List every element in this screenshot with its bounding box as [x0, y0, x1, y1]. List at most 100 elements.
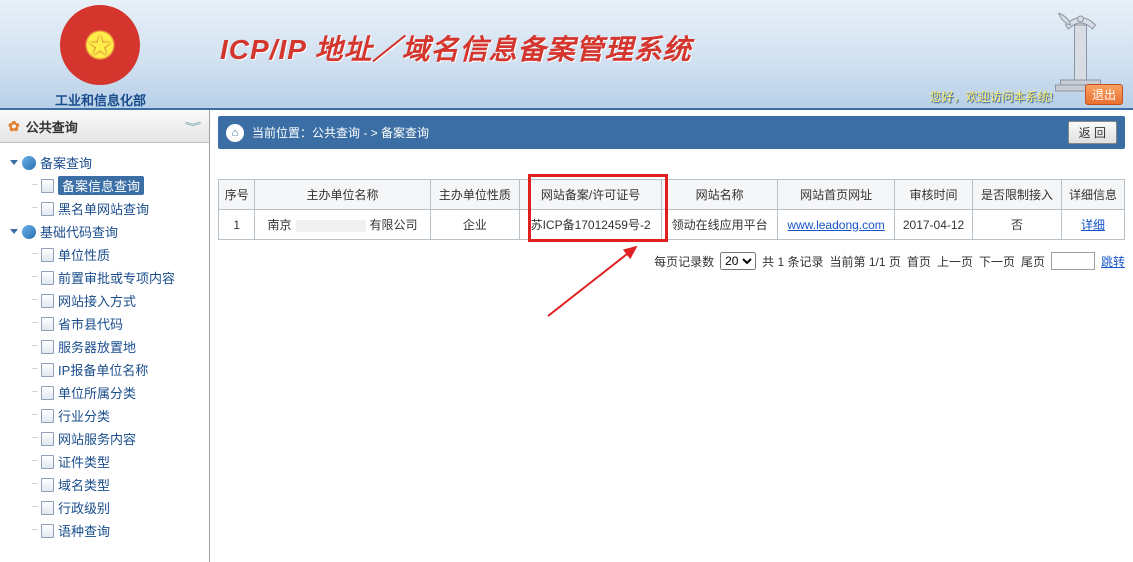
table-cell: 企业: [430, 210, 519, 240]
tree-item[interactable]: ┈行业分类: [32, 404, 209, 427]
table-cell: 领动在线应用平台: [662, 210, 778, 240]
ministry-label: 工业和信息化部: [55, 90, 146, 109]
table-cell: 2017-04-12: [895, 210, 973, 240]
system-title: ICP/IP 地址／域名信息备案管理系统: [220, 28, 692, 68]
last-page-link[interactable]: 尾页: [1021, 253, 1045, 270]
sidebar-title: 公共查询: [26, 117, 78, 136]
gear-icon: ✿: [8, 118, 20, 135]
chevron-down-icon: ︾: [185, 119, 201, 133]
table-header-cell: 审核时间: [895, 180, 973, 210]
table-cell: www.leadong.com: [777, 210, 894, 240]
tree-item-label: 行政级别: [58, 498, 110, 517]
sidebar-header[interactable]: ✿ 公共查询 ︾: [0, 110, 209, 143]
table-header-cell: 网站备案/许可证号: [519, 180, 661, 210]
sidebar: ✿ 公共查询 ︾ 备案查询┈备案信息查询┈黑名单网站查询基础代码查询┈单位性质┈…: [0, 110, 210, 562]
tree-connector-icon: ┈: [32, 387, 37, 398]
tree-connector-icon: ┈: [32, 456, 37, 467]
tree-connector-icon: ┈: [32, 249, 37, 260]
tree-item[interactable]: ┈语种查询: [32, 519, 209, 542]
table-cell: 详细: [1062, 210, 1125, 240]
tree-item[interactable]: ┈ 证件类型: [32, 450, 209, 473]
table-header-cell: 是否限制接入: [972, 180, 1061, 210]
next-page-link[interactable]: 下一页: [979, 253, 1015, 270]
tree-group-label: 备案查询: [40, 153, 92, 172]
tree-item[interactable]: ┈网站接入方式: [32, 289, 209, 312]
table-header-cell: 主办单位名称: [255, 180, 430, 210]
welcome-text: 您好，欢迎访问本系统!: [930, 88, 1053, 105]
page-icon: [41, 363, 54, 377]
tree-connector-icon: ┈: [32, 502, 37, 513]
breadcrumb-text: 当前位置：公共查询 - > 备案查询: [252, 124, 429, 141]
jump-link[interactable]: 跳转: [1101, 253, 1125, 270]
page-icon: [41, 317, 54, 331]
tree-item-label: 语种查询: [58, 521, 110, 540]
tree-item-label: 网站服务内容: [58, 429, 136, 448]
globe-icon: [22, 156, 36, 170]
tree-item[interactable]: ┈ 单位性质: [32, 243, 209, 266]
table-header-cell: 网站名称: [662, 180, 778, 210]
table-cell: 苏ICP备17012459号-2: [519, 210, 661, 240]
detail-link[interactable]: 详细: [1081, 218, 1105, 232]
first-page-link[interactable]: 首页: [907, 253, 931, 270]
tree-item[interactable]: ┈ 行政级别: [32, 496, 209, 519]
table-row: 1南京有限公司企业苏ICP备17012459号-2领动在线应用平台www.lea…: [219, 210, 1125, 240]
table-cell: 否: [972, 210, 1061, 240]
page-icon: [41, 271, 54, 285]
tree-item[interactable]: ┈ 网站服务内容: [32, 427, 209, 450]
tree-item[interactable]: ┈前置审批或专项内容: [32, 266, 209, 289]
perpage-select[interactable]: 20: [720, 252, 756, 270]
expand-arrow-icon: [10, 229, 18, 234]
page-icon: [41, 179, 54, 193]
tree-item[interactable]: ┈ 服务器放置地: [32, 335, 209, 358]
home-icon[interactable]: ⌂: [226, 124, 244, 142]
tree-connector-icon: ┈: [32, 180, 37, 191]
tree-item[interactable]: ┈ 域名类型: [32, 473, 209, 496]
national-emblem-icon: [60, 5, 140, 85]
tree-item-label: 证件类型: [58, 452, 110, 471]
tree-item-label: 单位所属分类: [58, 383, 136, 402]
sidebar-tree: 备案查询┈备案信息查询┈黑名单网站查询基础代码查询┈单位性质┈前置审批或专项内容…: [0, 143, 209, 542]
prev-page-link[interactable]: 上一页: [937, 253, 973, 270]
page-input[interactable]: [1051, 252, 1095, 270]
tree-item[interactable]: ┈ 备案信息查询: [32, 174, 209, 197]
tree-group-label: 基础代码查询: [40, 222, 118, 241]
tree-item[interactable]: ┈IP报备单位名称: [32, 358, 209, 381]
tree-connector-icon: ┈: [32, 341, 37, 352]
page-icon: [41, 501, 54, 515]
tree-connector-icon: ┈: [32, 318, 37, 329]
tree-group[interactable]: 备案查询: [10, 151, 209, 174]
back-button[interactable]: 返 回: [1068, 121, 1117, 144]
tree-item-label: 网站接入方式: [58, 291, 136, 310]
tree-item[interactable]: ┈ 单位所属分类: [32, 381, 209, 404]
table-header-cell: 详细信息: [1062, 180, 1125, 210]
expand-arrow-icon: [10, 160, 18, 165]
tree-connector-icon: ┈: [32, 433, 37, 444]
tree-item-label: 服务器放置地: [58, 337, 136, 356]
tree-item-label: 域名类型: [58, 475, 110, 494]
results-table: 序号主办单位名称主办单位性质网站备案/许可证号网站名称网站首页网址审核时间是否限…: [218, 179, 1125, 240]
tree-item-label: 单位性质: [58, 245, 110, 264]
tree-connector-icon: ┈: [32, 203, 37, 214]
tree-group[interactable]: 基础代码查询: [10, 220, 209, 243]
page-icon: [41, 386, 54, 400]
header: 工业和信息化部 ICP/IP 地址／域名信息备案管理系统 您好，欢迎访问本系统!…: [0, 0, 1133, 110]
tree-item[interactable]: ┈黑名单网站查询: [32, 197, 209, 220]
exit-button[interactable]: 退出: [1085, 84, 1123, 105]
page-icon: [41, 202, 54, 216]
org-prefix: 南京: [268, 218, 292, 232]
results-table-wrap: 序号主办单位名称主办单位性质网站备案/许可证号网站名称网站首页网址审核时间是否限…: [218, 179, 1125, 240]
breadcrumb: ⌂ 当前位置：公共查询 - > 备案查询 返 回: [218, 116, 1125, 149]
current-page: 当前第 1/1 页: [830, 253, 901, 270]
table-header-cell: 序号: [219, 180, 255, 210]
total-records: 共 1 条记录: [762, 253, 823, 270]
page-icon: [41, 455, 54, 469]
tree-connector-icon: ┈: [32, 272, 37, 283]
tree-item[interactable]: ┈ 省市县代码: [32, 312, 209, 335]
tree-connector-icon: ┈: [32, 410, 37, 421]
site-url-link[interactable]: www.leadong.com: [787, 218, 884, 232]
tree-item-label: 备案信息查询: [58, 176, 144, 195]
page-icon: [41, 248, 54, 262]
tree-item-label: 省市县代码: [58, 314, 123, 333]
table-header-cell: 网站首页网址: [777, 180, 894, 210]
tree-connector-icon: ┈: [32, 479, 37, 490]
